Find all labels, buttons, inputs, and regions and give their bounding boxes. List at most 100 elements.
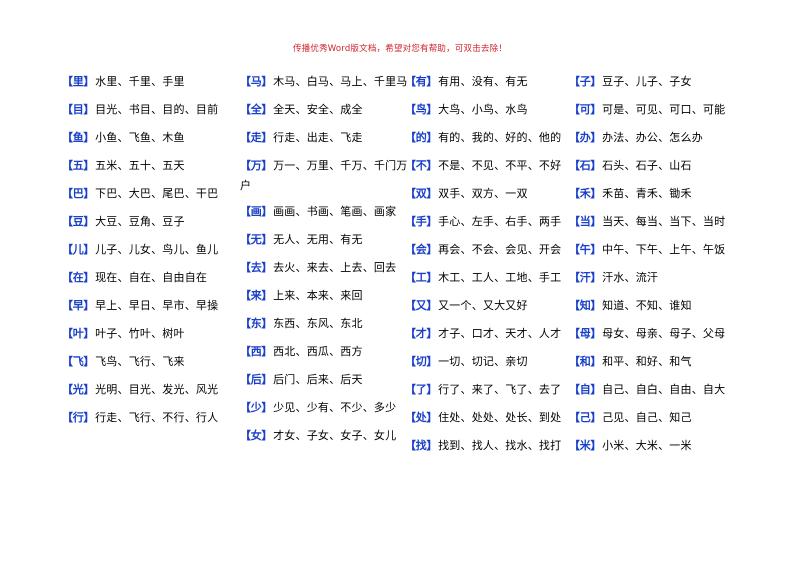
entry-headword: 【不】 bbox=[405, 159, 438, 172]
entry-headword: 【处】 bbox=[405, 411, 438, 424]
vocabulary-entry: 【当】当天、每当、当下、当时 bbox=[569, 212, 754, 240]
entry-headword: 【去】 bbox=[240, 261, 273, 274]
entry-headword: 【午】 bbox=[569, 243, 602, 256]
entry-words: 住处、处处、处长、到处 bbox=[438, 411, 562, 424]
entry-headword: 【叶】 bbox=[62, 327, 95, 340]
entry-headword: 【自】 bbox=[569, 383, 602, 396]
entry-headword: 【子】 bbox=[569, 75, 602, 88]
entry-headword: 【后】 bbox=[240, 373, 273, 386]
entry-headword: 【双】 bbox=[405, 187, 438, 200]
entry-words: 双手、双方、一双 bbox=[438, 187, 528, 200]
vocabulary-entry: 【不】不是、不见、不平、不好 bbox=[405, 156, 575, 184]
vocabulary-entry: 【有】有用、没有、有无 bbox=[405, 72, 575, 100]
entry-words: 才女、子女、女子、女儿 bbox=[273, 429, 397, 442]
entry-words: 和平、和好、和气 bbox=[602, 355, 692, 368]
entry-words: 大豆、豆角、豆子 bbox=[95, 215, 185, 228]
entry-headword: 【切】 bbox=[405, 355, 438, 368]
entry-headword: 【鸟】 bbox=[405, 103, 438, 116]
entry-words: 画画、书画、笔画、画家 bbox=[273, 205, 397, 218]
entry-headword: 【豆】 bbox=[62, 215, 95, 228]
entry-headword: 【早】 bbox=[62, 299, 95, 312]
vocabulary-entry: 【来】上来、本来、来回 bbox=[240, 286, 412, 314]
entry-words: 全天、安全、成全 bbox=[273, 103, 363, 116]
vocabulary-entry: 【处】住处、处处、处长、到处 bbox=[405, 408, 575, 436]
vocabulary-entry: 【走】行走、出走、飞走 bbox=[240, 128, 412, 156]
vocabulary-entry: 【切】一切、切记、亲切 bbox=[405, 352, 575, 380]
vocabulary-entry: 【母】母女、母亲、母子、父母 bbox=[569, 324, 754, 352]
vocabulary-entry: 【豆】大豆、豆角、豆子 bbox=[62, 212, 242, 240]
entry-headword: 【工】 bbox=[405, 271, 438, 284]
vocabulary-entry: 【才】才子、口才、天才、人才 bbox=[405, 324, 575, 352]
vocabulary-column-2: 【马】木马、白马、马上、千里马 【全】全天、安全、成全 【走】行走、出走、飞走 【万】… bbox=[240, 72, 412, 454]
entry-headword: 【东】 bbox=[240, 317, 273, 330]
entry-words: 无人、无用、有无 bbox=[273, 233, 363, 246]
vocabulary-entry: 【又】又一个、又大又好 bbox=[405, 296, 575, 324]
entry-headword: 【在】 bbox=[62, 271, 95, 284]
entry-headword: 【己】 bbox=[569, 411, 602, 424]
entry-headword: 【找】 bbox=[405, 439, 438, 452]
entry-headword: 【行】 bbox=[62, 411, 95, 424]
entry-words: 东西、东风、东北 bbox=[273, 317, 363, 330]
entry-words: 一切、切记、亲切 bbox=[438, 355, 528, 368]
entry-headword: 【光】 bbox=[62, 383, 95, 396]
entry-headword: 【来】 bbox=[240, 289, 273, 302]
vocabulary-entry: 【光】光明、目光、发光、风光 bbox=[62, 380, 242, 408]
vocabulary-entry: 【巴】下巴、大巴、尾巴、干巴 bbox=[62, 184, 242, 212]
vocabulary-entry: 【办】办法、办公、怎么办 bbox=[569, 128, 754, 156]
vocabulary-entry: 【飞】飞鸟、飞行、飞来 bbox=[62, 352, 242, 380]
vocabulary-entry: 【己】己见、自己、知己 bbox=[569, 408, 754, 436]
entry-words: 去火、来去、上去、回去 bbox=[273, 261, 397, 274]
entry-headword: 【儿】 bbox=[62, 243, 95, 256]
entry-headword: 【可】 bbox=[569, 103, 602, 116]
entry-headword: 【和】 bbox=[569, 355, 602, 368]
entry-words: 办法、办公、怎么办 bbox=[602, 131, 703, 144]
vocabulary-entry: 【双】双手、双方、一双 bbox=[405, 184, 575, 212]
entry-words: 目光、书目、目的、目前 bbox=[95, 103, 219, 116]
entry-words: 五米、五十、五天 bbox=[95, 159, 185, 172]
entry-headword: 【西】 bbox=[240, 345, 273, 358]
entry-headword: 【目】 bbox=[62, 103, 95, 116]
entry-headword: 【马】 bbox=[240, 75, 273, 88]
entry-words: 叶子、竹叶、树叶 bbox=[95, 327, 185, 340]
vocabulary-entry: 【石】石头、石子、山石 bbox=[569, 156, 754, 184]
vocabulary-entry: 【鸟】大鸟、小鸟、水鸟 bbox=[405, 100, 575, 128]
entry-words: 下巴、大巴、尾巴、干巴 bbox=[95, 187, 219, 200]
vocabulary-entry: 【马】木马、白马、马上、千里马 bbox=[240, 72, 412, 100]
vocabulary-entry: 【汗】汗水、流汗 bbox=[569, 268, 754, 296]
entry-words: 再会、不会、会见、开会 bbox=[438, 243, 562, 256]
entry-words: 可是、可见、可口、可能 bbox=[602, 103, 726, 116]
vocabulary-entry: 【工】木工、工人、工地、手工 bbox=[405, 268, 575, 296]
vocabulary-entry: 【女】才女、子女、女子、女儿 bbox=[240, 426, 412, 454]
entry-words: 行走、飞行、不行、行人 bbox=[95, 411, 219, 424]
entry-words: 行了、来了、飞了、去了 bbox=[438, 383, 562, 396]
entry-headword: 【了】 bbox=[405, 383, 438, 396]
entry-words: 儿子、儿女、鸟儿、鱼儿 bbox=[95, 243, 219, 256]
entry-words: 行走、出走、飞走 bbox=[273, 131, 363, 144]
vocabulary-entry: 【全】全天、安全、成全 bbox=[240, 100, 412, 128]
vocabulary-entry: 【早】早上、早日、早市、早操 bbox=[62, 296, 242, 324]
entry-words: 光明、目光、发光、风光 bbox=[95, 383, 219, 396]
entry-headword: 【全】 bbox=[240, 103, 273, 116]
entry-headword: 【走】 bbox=[240, 131, 273, 144]
entry-words: 不是、不见、不平、不好 bbox=[438, 159, 562, 172]
vocabulary-entry: 【叶】叶子、竹叶、树叶 bbox=[62, 324, 242, 352]
entry-headword: 【画】 bbox=[240, 205, 273, 218]
entry-headword: 【办】 bbox=[569, 131, 602, 144]
entry-words: 水里、千里、手里 bbox=[95, 75, 185, 88]
entry-words: 己见、自己、知己 bbox=[602, 411, 692, 424]
entry-words: 少见、少有、不少、多少 bbox=[273, 401, 397, 414]
vocabulary-entry: 【行】行走、飞行、不行、行人 bbox=[62, 408, 242, 436]
vocabulary-entry: 【东】东西、东风、东北 bbox=[240, 314, 412, 342]
entry-headword: 【女】 bbox=[240, 429, 273, 442]
entry-headword: 【会】 bbox=[405, 243, 438, 256]
entry-headword: 【手】 bbox=[405, 215, 438, 228]
entry-words: 中午、下午、上午、午饭 bbox=[602, 243, 726, 256]
vocabulary-entry: 【子】豆子、儿子、子女 bbox=[569, 72, 754, 100]
vocabulary-entry: 【可】可是、可见、可口、可能 bbox=[569, 100, 754, 128]
entry-words: 大鸟、小鸟、水鸟 bbox=[438, 103, 528, 116]
entry-words: 豆子、儿子、子女 bbox=[602, 75, 692, 88]
vocabulary-entry: 【后】后门、后来、后天 bbox=[240, 370, 412, 398]
vocabulary-entry: 【找】找到、找人、找水、找打 bbox=[405, 436, 575, 464]
entry-words: 有用、没有、有无 bbox=[438, 75, 528, 88]
vocabulary-entry: 【五】五米、五十、五天 bbox=[62, 156, 242, 184]
